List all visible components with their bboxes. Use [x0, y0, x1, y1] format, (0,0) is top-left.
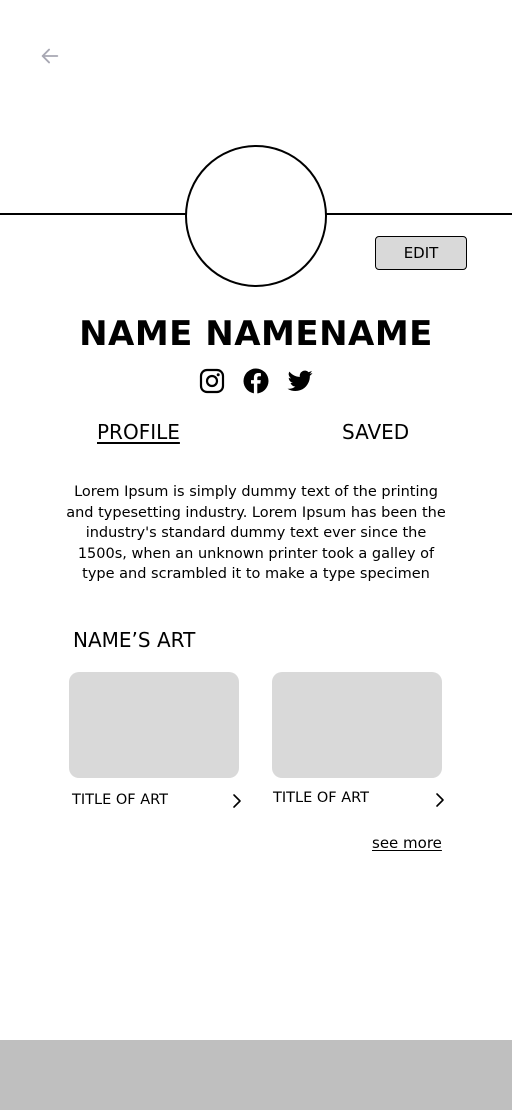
facebook-icon: [243, 368, 269, 394]
art-thumbnail[interactable]: [69, 672, 239, 778]
twitter-link[interactable]: [287, 368, 313, 394]
tab-profile[interactable]: PROFILE: [97, 420, 180, 444]
art-caption[interactable]: TITLE OF ART: [272, 789, 444, 813]
art-card[interactable]: TITLE OF ART: [272, 672, 444, 813]
art-card[interactable]: TITLE OF ART: [69, 672, 241, 814]
chevron-right-icon[interactable]: [229, 792, 245, 810]
profile-bio: Lorem Ipsum is simply dummy text of the …: [66, 484, 446, 582]
art-title: TITLE OF ART: [72, 792, 168, 808]
bottom-nav-bar: [0, 1040, 512, 1110]
see-more-link[interactable]: see more: [372, 834, 442, 852]
art-caption[interactable]: TITLE OF ART: [69, 790, 241, 814]
profile-name: NAME NAMENAME: [79, 314, 433, 354]
art-section-title: NAME’S ART: [73, 628, 196, 652]
social-links: [0, 368, 512, 394]
facebook-link[interactable]: [243, 368, 269, 394]
back-button[interactable]: [34, 40, 66, 72]
edit-profile-button[interactable]: EDIT: [375, 236, 467, 270]
tab-saved[interactable]: SAVED: [342, 420, 409, 444]
instagram-link[interactable]: [199, 368, 225, 394]
chevron-right-icon[interactable]: [432, 791, 448, 809]
arrow-left-icon: [41, 48, 59, 64]
art-title: TITLE OF ART: [273, 790, 369, 806]
avatar[interactable]: [185, 145, 327, 287]
art-thumbnail[interactable]: [272, 672, 442, 778]
twitter-icon: [287, 370, 313, 391]
instagram-icon: [199, 368, 225, 394]
